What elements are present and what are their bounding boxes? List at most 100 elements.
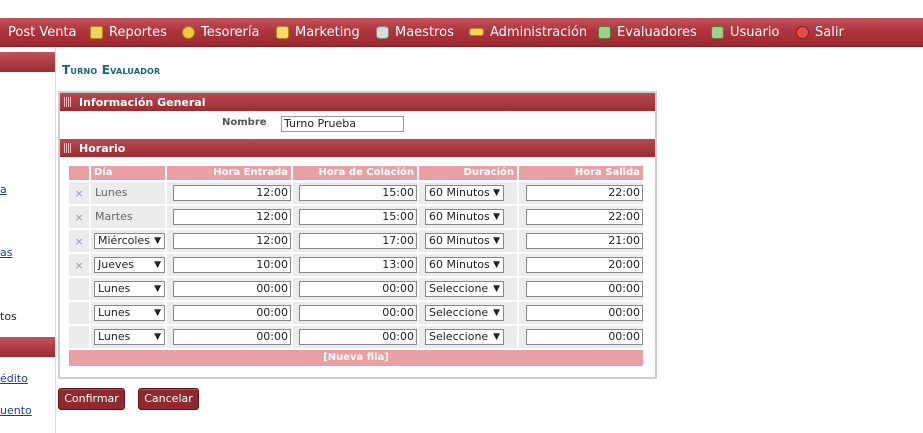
chevron-down-icon: ▼ [154,332,161,342]
hora-salida-input[interactable]: 00:00 [526,305,643,321]
hora-colacion-input[interactable]: 15:00 [299,209,417,225]
nav-evaluadores[interactable]: Evaluadores [598,18,697,46]
nav-usuario[interactable]: Usuario [711,18,779,46]
dia-select-value: Jueves [98,258,134,271]
dia-select-value: Lunes [98,306,131,319]
page-title: Turno Evaluador [62,63,161,77]
remove-row-icon[interactable]: × [69,230,89,252]
header-duracion-colacion: Duración colación [419,166,517,192]
chevron-down-icon: ▼ [154,308,161,318]
nav-marketing[interactable]: Marketing [276,18,360,46]
chevron-down-icon: ▼ [493,236,500,246]
nav-maestros[interactable]: Maestros [376,18,454,46]
hora-salida-input[interactable]: 22:00 [526,209,643,225]
hora-colacion-input[interactable]: 00:00 [299,305,417,321]
table-row: × Jueves ▼ 10:00 13:00 60 Minutos ▼ 20:00 [69,254,643,276]
duracion-select-value: 60 Minutos [429,186,490,199]
nav-label: Administración [490,24,588,40]
empty-cell [69,326,89,348]
coin-icon [182,25,195,39]
sidebar-link[interactable]: a [0,183,7,196]
dia-select[interactable]: Miércoles ▼ [94,233,165,249]
comment-icon [276,25,289,39]
duracion-select-value: 60 Minutos [429,210,490,223]
new-row-button[interactable]: [Nueva fila] [69,350,643,366]
table-header: Día Hora Entrada Hora de Colación Duraci… [69,166,643,192]
hora-colacion-input[interactable]: 17:00 [299,233,417,249]
header-hora-salida: Hora Salida [574,167,640,178]
header-remove [69,166,89,180]
dia-text: Lunes [91,182,165,204]
hora-salida-input[interactable]: 21:00 [526,233,643,249]
remove-row-icon[interactable]: × [69,254,89,276]
duracion-select[interactable]: 60 Minutos ▼ [425,233,504,249]
nav-reportes[interactable]: Reportes [90,18,167,46]
section-title: Horario [79,141,126,155]
hora-entrada-input[interactable]: 00:00 [173,329,291,345]
chevron-down-icon: ▼ [493,332,500,342]
hora-colacion-input[interactable]: 13:00 [299,257,417,273]
nav-label: Usuario [730,24,780,40]
horario-section-header: Horario [60,139,655,157]
nombre-input[interactable]: Turno Prueba [281,116,404,132]
hora-entrada-input[interactable]: 12:00 [173,209,291,225]
dia-select[interactable]: Lunes ▼ [94,305,165,321]
dia-select[interactable]: Jueves ▼ [94,257,165,273]
dia-select-value: Miércoles [98,234,150,247]
cancel-button[interactable]: Cancelar [138,388,199,410]
sidebar-link[interactable]: as [0,246,12,259]
hora-entrada-input[interactable]: 12:00 [173,185,291,201]
grip-icon [64,97,71,107]
sidebar-section-header [0,337,55,357]
dia-select[interactable]: Lunes ▼ [94,281,165,297]
hora-colacion-input[interactable]: 00:00 [299,329,417,345]
hora-entrada-input[interactable]: 00:00 [173,305,291,321]
table-row: Lunes ▼ 00:00 00:00 Seleccione ▼ 00:00 [69,302,643,324]
top-nav-bar: Post Venta Reportes Tesorería Marketing … [0,18,923,47]
chevron-down-icon: ▼ [493,188,500,198]
nav-post-venta[interactable]: Post Venta [8,18,77,46]
table-row: Lunes ▼ 00:00 00:00 Seleccione ▼ 00:00 [69,326,643,348]
nav-tesoreria[interactable]: Tesorería [182,18,259,46]
remove-row-icon[interactable]: × [69,182,89,204]
header-hora-entrada: Hora Entrada [167,166,291,180]
sidebar-section-header [0,52,55,72]
section-title: Información General [79,95,206,109]
table-row: × Lunes 12:00 15:00 60 Minutos ▼ 22:00 [69,182,643,204]
hora-salida-input[interactable]: 22:00 [526,185,643,201]
duracion-select[interactable]: 60 Minutos ▼ [425,257,504,273]
chevron-down-icon: ▼ [154,236,161,246]
hora-entrada-input[interactable]: 12:00 [173,233,291,249]
nav-administracion[interactable]: Administración [469,18,587,46]
duracion-select-value: Seleccione [429,330,489,343]
duracion-select[interactable]: Seleccione ▼ [425,305,504,321]
sidebar-link[interactable]: uento [0,404,32,417]
nav-label: Marketing [295,24,360,40]
hora-colacion-input[interactable]: 00:00 [299,281,417,297]
sidebar-link[interactable]: édito [0,372,28,385]
confirm-button[interactable]: Confirmar [58,388,125,410]
hora-salida-input[interactable]: 00:00 [526,329,643,345]
hora-salida-input[interactable]: 20:00 [526,257,643,273]
header-dia: Día [91,166,165,180]
horario-table: Día Hora Entrada Hora de Colación Duraci… [69,166,643,369]
chevron-down-icon: ▼ [493,212,500,222]
database-icon [376,25,389,39]
hora-entrada-input[interactable]: 10:00 [173,257,291,273]
duracion-select[interactable]: 60 Minutos ▼ [425,209,504,225]
duracion-select[interactable]: Seleccione ▼ [425,281,504,297]
nav-salir[interactable]: Salir [796,18,844,46]
dia-select[interactable]: Lunes ▼ [94,329,165,345]
hora-salida-input[interactable]: 00:00 [526,281,643,297]
duracion-select[interactable]: Seleccione ▼ [425,329,504,345]
dia-text: Martes [91,206,165,228]
duracion-select-value: Seleccione [429,282,489,295]
remove-row-icon[interactable]: × [69,206,89,228]
grip-icon [64,143,71,153]
hora-entrada-input[interactable]: 00:00 [173,281,291,297]
hora-colacion-input[interactable]: 15:00 [299,185,417,201]
duracion-select[interactable]: 60 Minutos ▼ [425,185,504,201]
chevron-down-icon: ▼ [154,260,161,270]
duracion-select-value: 60 Minutos [429,234,490,247]
dia-select-value: Lunes [98,330,131,343]
